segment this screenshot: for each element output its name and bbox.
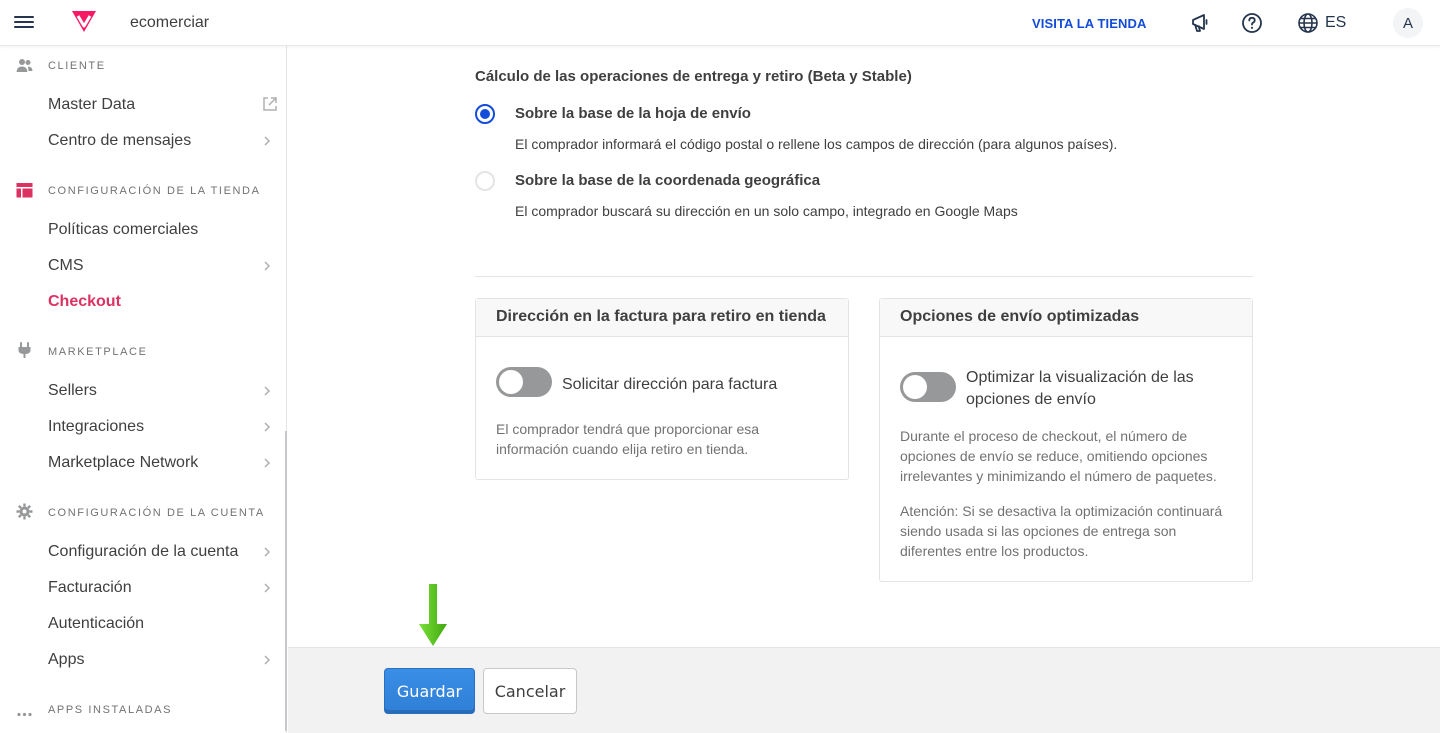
chevron-right-icon [264,422,271,432]
chevron-right-icon [264,583,271,593]
chevron-right-icon [264,386,271,396]
menu-icon[interactable] [14,13,34,33]
visit-store-link[interactable]: VISITA LA TIENDA [1032,16,1147,31]
section-title: Cálculo de las operaciones de entrega y … [475,68,912,85]
toggle-label: Optimizar la visualización de las opcion… [966,369,1194,408]
sidebar-item-autenticacion[interactable]: Autenticación [48,615,280,635]
language-code: ES [1325,14,1347,31]
option-title[interactable]: Sobre la base de la hoja de envío [515,105,751,122]
megaphone-icon[interactable] [1189,12,1211,34]
divider [475,276,1253,277]
language-selector[interactable]: ES [1297,12,1346,34]
sidebar-item-label: Centro de mensajes [48,132,192,149]
option-description: El comprador informará el código postal … [515,136,1118,152]
optimize-shipping-toggle[interactable] [900,372,956,402]
sidebar-item-politicas-comerciales[interactable]: Políticas comerciales [48,221,280,241]
card-warning: Atención: Si se desactiva la optimizació… [900,503,1223,559]
external-link-icon [263,97,277,111]
cancel-button[interactable]: Cancelar [483,668,577,714]
top-bar: ecomerciar VISITA LA TIENDA ES A [0,0,1440,46]
sidebar-item-label: Políticas comerciales [48,221,199,238]
section-header-apps-instaladas: APPS INSTALADAS [48,704,173,716]
store-name: ecomerciar [130,14,210,31]
sidebar-item-marketplace-network[interactable]: Marketplace Network [48,454,280,474]
sidebar-item-label: Master Data [48,96,136,113]
section-header-configuracion-cuenta: CONFIGURACIÓN DE LA CUENTA [48,507,265,519]
radio-shipping-sheet[interactable] [475,104,495,124]
avatar[interactable]: A [1393,8,1423,38]
sidebar-item-label: CMS [48,257,84,274]
save-button[interactable]: Guardar [384,668,475,714]
card-title: Dirección en la factura para retiro en t… [476,299,848,337]
option-title[interactable]: Sobre la base de la coordenada geográfic… [515,172,820,189]
sidebar-item-label: Sellers [48,382,97,399]
chevron-right-icon [264,547,271,557]
card-description: El comprador tendrá que proporcionar esa… [496,421,760,457]
sidebar-item-label: Marketplace Network [48,454,199,471]
sidebar-item-cms[interactable]: CMS [48,257,280,277]
sidebar-item-configuracion-de-la-cuenta[interactable]: Configuración de la cuenta [48,543,280,563]
card-title: Opciones de envío optimizadas [880,299,1252,337]
more-dots-icon [17,712,32,717]
toggle-label: Solicitar dirección para factura [562,376,778,393]
vtex-logo-icon[interactable] [70,10,98,34]
gear-icon [16,503,33,520]
chevron-right-icon [264,655,271,665]
section-header-marketplace: MARKETPLACE [48,346,148,358]
card-optimized-shipping: Opciones de envío optimizadas Optimizar … [879,298,1253,582]
sidebar-item-label: Apps [48,651,85,668]
sidebar-item-master-data[interactable]: Master Data [48,96,280,116]
sidebar-item-label: Configuración de la cuenta [48,543,239,560]
card-description: Durante el proceso de checkout, el númer… [900,428,1217,484]
store-layout-icon [16,183,33,198]
sidebar-item-centro-de-mensajes[interactable]: Centro de mensajes [48,132,280,152]
sidebar-item-label: Autenticación [48,615,145,632]
sidebar-item-facturacion[interactable]: Facturación [48,579,280,599]
sidebar: CLIENTE Master Data Centro de mensajes C… [0,46,287,733]
sidebar-item-label: Checkout [48,293,121,310]
sidebar-scrollbar[interactable] [285,431,287,731]
plug-icon [18,342,31,358]
sidebar-item-apps[interactable]: Apps [48,651,280,671]
option-description: El comprador buscará su dirección en un … [515,203,1018,219]
globe-icon [1298,13,1318,33]
chevron-right-icon [264,136,271,146]
sidebar-item-label: Integraciones [48,418,145,435]
card-invoice-address: Dirección en la factura para retiro en t… [475,298,849,480]
sidebar-item-checkout[interactable]: Checkout [48,293,280,313]
arrow-down-icon [419,584,447,646]
sidebar-item-sellers[interactable]: Sellers [48,382,280,402]
invoice-address-toggle[interactable] [496,367,552,397]
section-header-cliente: CLIENTE [48,60,106,72]
help-icon[interactable] [1241,12,1263,34]
sidebar-item-integraciones[interactable]: Integraciones [48,418,280,438]
chevron-right-icon [264,261,271,271]
users-icon [16,59,33,72]
sidebar-item-label: Facturación [48,579,132,596]
chevron-right-icon [264,458,271,468]
section-header-configuracion-tienda: CONFIGURACIÓN DE LA TIENDA [48,185,261,197]
action-footer: Guardar Cancelar [288,647,1440,733]
radio-geo-coordinate[interactable] [475,171,495,191]
main-content: Cálculo de las operaciones de entrega y … [288,46,1440,647]
